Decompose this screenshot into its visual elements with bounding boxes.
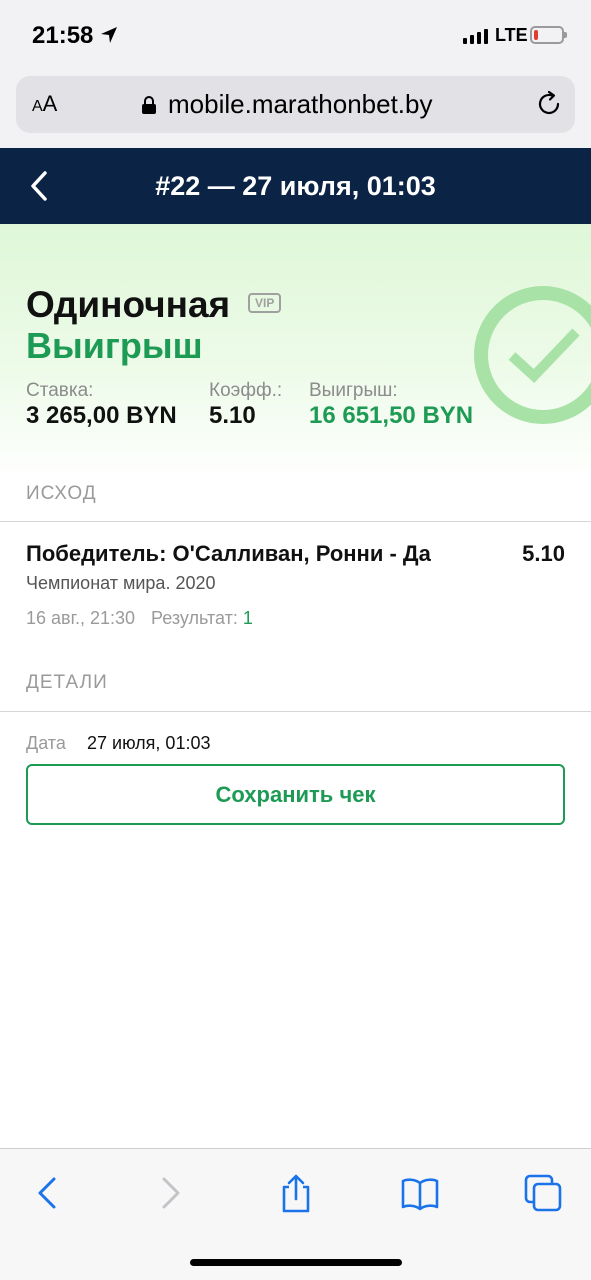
checkmark-icon [508,328,580,383]
event-date: 16 авг., 21:30 [26,608,136,628]
details-section-title: ДЕТАЛИ [26,672,108,693]
back-icon[interactable] [28,1173,68,1213]
battery-icon [530,26,567,44]
tabs-icon[interactable] [523,1173,563,1213]
selection-odds: 5.10 [522,541,565,566]
win-label: Выигрыш: [309,380,398,401]
network-type: LTE [495,25,528,45]
win-value: 16 651,50 BYN [309,402,474,429]
bet-type: Одиночная [26,284,231,325]
divider [0,711,591,712]
address-bar[interactable]: AA mobile.marathonbet.by [16,76,575,133]
result-value: 1 [242,608,253,628]
vip-badge: VIP [248,293,282,313]
odds-value: 5.10 [209,402,256,429]
selection-name: Победитель: О'Салливан, Ронни - Да [26,541,431,566]
page-header: #22 — 27 июля, 01:03 [0,148,591,224]
status-bar: 21:58 LTE [0,0,591,72]
page-title: #22 — 27 июля, 01:03 [155,171,436,201]
share-icon[interactable] [276,1173,316,1213]
reload-icon[interactable] [535,90,563,118]
signal-strength-icon [463,28,488,44]
date-label: Дата [26,733,66,753]
lock-icon [142,96,156,114]
bet-status: Выигрыш [26,325,203,366]
odds-label: Коэфф.: [209,380,283,401]
save-receipt-button[interactable]: Сохранить чек [26,764,565,825]
home-indicator [190,1259,402,1266]
divider [0,521,591,522]
clock: 21:58 [32,22,94,49]
url-text[interactable]: mobile.marathonbet.by [168,89,432,120]
forward-icon[interactable] [150,1173,190,1213]
bet-summary: Одиночная VIP Выигрыш Ставка: 3 265,00 B… [0,224,591,480]
location-arrow-icon [101,27,117,43]
text-size-button[interactable]: AA [32,91,57,117]
browser-address-area: AA mobile.marathonbet.by [0,72,591,148]
bookmarks-icon[interactable] [400,1173,440,1213]
outcome-section-title: ИСХОД [26,483,97,504]
result-label: Результат: [151,608,238,628]
date-value: 27 июля, 01:03 [87,733,211,753]
stake-label: Ставка: [26,380,94,401]
browser-toolbar [0,1148,591,1280]
event-name: Чемпионат мира. 2020 [26,573,216,593]
stake-value: 3 265,00 BYN [26,402,177,429]
event-meta: 16 авг., 21:30 Результат: 1 [26,608,253,629]
